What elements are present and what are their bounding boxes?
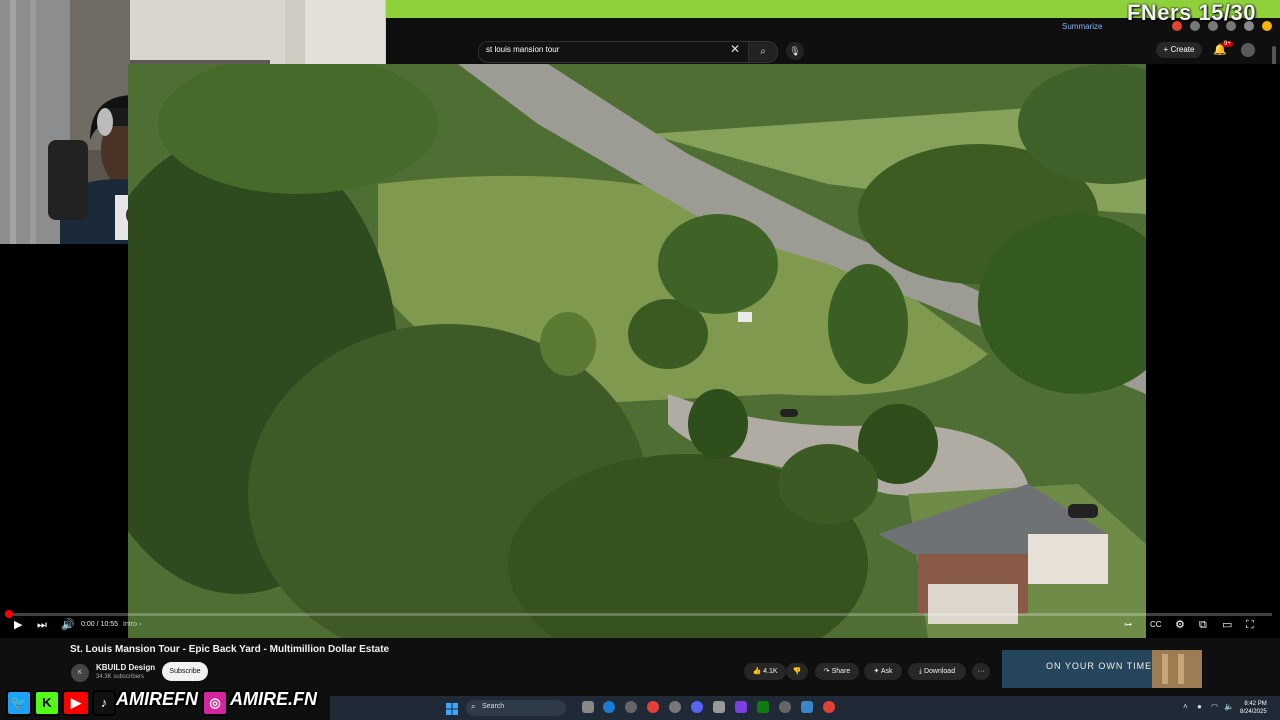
miniplayer-button[interactable]: ⧉: [1199, 618, 1207, 632]
progress-scrubber[interactable]: [5, 610, 13, 618]
download-button[interactable]: ⤓ Download: [908, 663, 966, 680]
chrome-icon[interactable]: [647, 701, 659, 713]
chapter-button[interactable]: Intro ›: [123, 621, 141, 628]
tray-app-icon[interactable]: ●: [1197, 702, 1202, 711]
like-button[interactable]: 👍 4.1K: [744, 663, 786, 680]
settings-icon: ⚙: [1175, 619, 1185, 631]
thumbs-up-icon: 👍: [752, 668, 762, 675]
video-frame-aerial-estate: [128, 64, 1146, 638]
wifi-icon[interactable]: ◠: [1211, 702, 1218, 711]
extension-icon[interactable]: [1190, 21, 1200, 31]
captions-icon: CC: [1150, 620, 1162, 629]
next-button[interactable]: ⏭: [37, 618, 47, 632]
toggle-icon: ⊶: [1124, 620, 1132, 629]
channel-avatar[interactable]: K: [71, 664, 89, 682]
sparkle-icon: ✦: [873, 668, 880, 675]
account-avatar[interactable]: [1241, 43, 1255, 57]
time-display: 0:00 / 10:55: [81, 621, 118, 628]
thumbs-down-icon: 👎: [792, 668, 802, 675]
task-view-icon[interactable]: [582, 701, 594, 713]
theater-button[interactable]: ▭: [1222, 618, 1232, 632]
app-icon[interactable]: [669, 701, 681, 713]
app-icon[interactable]: [625, 701, 637, 713]
clock-time: 8:42 PM: [1244, 701, 1267, 707]
fullscreen-button[interactable]: ⛶: [1246, 618, 1254, 632]
volume-icon[interactable]: 🔈: [1224, 702, 1234, 711]
clear-search-icon[interactable]: ✕: [730, 42, 740, 56]
settings-icon[interactable]: [779, 701, 791, 713]
summarize-button[interactable]: Summarize: [1062, 22, 1102, 31]
create-button[interactable]: + Create: [1156, 42, 1202, 58]
create-label: Create: [1170, 45, 1195, 54]
share-button[interactable]: ↷ Share: [815, 663, 859, 680]
app-icon[interactable]: [713, 701, 725, 713]
extension-icon[interactable]: [1244, 21, 1254, 31]
kick-icon: K: [34, 690, 60, 716]
extension-icon[interactable]: [1262, 21, 1272, 31]
tray-chevron-icon[interactable]: ˄: [1183, 702, 1188, 711]
notification-badge: 9+: [1222, 41, 1233, 47]
search-icon: ⌕: [760, 46, 766, 57]
channel-name[interactable]: KBUILD Design: [96, 663, 155, 672]
next-icon: ⏭: [37, 619, 47, 631]
social-handle: AMIRE.FN: [230, 689, 317, 709]
taskbar-clock[interactable]: 8:42 PM 8/24/2025: [1240, 700, 1267, 716]
ask-button[interactable]: ✦ Ask: [864, 663, 902, 680]
mute-button[interactable]: 🔊: [61, 618, 75, 632]
autoplay-toggle[interactable]: ⊶: [1124, 618, 1132, 632]
twitter-icon: 🐦: [6, 690, 32, 716]
share-label: Share: [831, 668, 851, 675]
search-icon: ⌕: [471, 702, 476, 711]
clock-date: 8/24/2025: [1240, 709, 1267, 715]
progress-bar[interactable]: [8, 613, 1272, 616]
tiktok-icon: ♪: [92, 690, 116, 716]
youtube-icon: ▶: [62, 690, 90, 716]
video-title: St. Louis Mansion Tour - Epic Back Yard …: [70, 644, 390, 655]
miniplayer-icon: ⧉: [1199, 619, 1207, 631]
share-icon: ↷: [823, 668, 830, 675]
like-count: 4.1K: [763, 668, 778, 675]
app-icon[interactable]: [801, 701, 813, 713]
video-player[interactable]: [128, 64, 1146, 638]
windows-logo-icon: [446, 703, 458, 715]
taskbar-search-placeholder: Search: [482, 703, 505, 710]
edge-icon[interactable]: [603, 701, 615, 713]
download-label: Download: [923, 668, 956, 675]
dislike-button[interactable]: 👎: [786, 663, 808, 680]
play-button[interactable]: ▶: [14, 618, 22, 632]
subscribe-button[interactable]: Subscribe: [162, 662, 208, 681]
xbox-icon[interactable]: [757, 701, 769, 713]
app-icon[interactable]: [735, 701, 747, 713]
video-letterbox-left: [0, 244, 128, 638]
download-icon: ⤓: [918, 668, 922, 675]
windows-start-icon[interactable]: [446, 702, 458, 715]
extension-icon[interactable]: [1208, 21, 1218, 31]
play-icon: ▶: [14, 619, 23, 631]
ask-label: Ask: [880, 668, 893, 675]
instagram-icon: ◎: [202, 690, 228, 716]
extension-icon[interactable]: [1172, 21, 1182, 31]
taskbar-search-box[interactable]: [466, 700, 566, 716]
video-letterbox-right: [1146, 64, 1280, 638]
discord-icon[interactable]: [691, 701, 703, 713]
promo-text: ON YOUR OWN TIME: [1046, 661, 1153, 671]
more-actions-button[interactable]: ···: [972, 663, 990, 680]
voice-search-button[interactable]: 🎙: [786, 42, 804, 60]
subscriber-count: 34.3K subscribers: [96, 674, 145, 680]
chrome-icon[interactable]: [823, 701, 835, 713]
social-handle: AMIREFN: [116, 689, 198, 709]
fullscreen-icon: ⛶: [1246, 619, 1254, 631]
microphone-icon: 🎙: [789, 46, 801, 56]
captions-button[interactable]: CC: [1150, 618, 1162, 632]
settings-button[interactable]: ⚙: [1175, 618, 1185, 632]
volume-icon: 🔊: [61, 619, 75, 631]
search-input-value: st louis mansion tour: [486, 45, 560, 54]
extension-icon[interactable]: [1226, 21, 1236, 31]
search-button[interactable]: ⌕: [748, 41, 778, 63]
theater-icon: ▭: [1222, 619, 1233, 631]
